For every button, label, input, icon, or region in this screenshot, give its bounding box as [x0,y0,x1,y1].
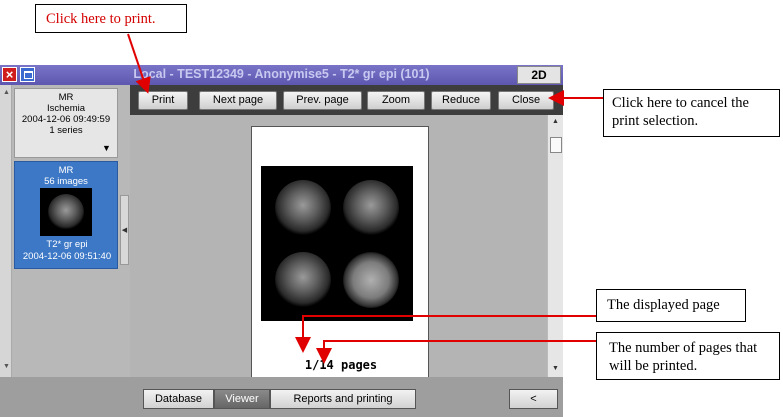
print-toolbar: Print Next page Prev. page Zoom Reduce C… [130,85,563,115]
series-modality: MR [58,165,74,176]
preview-page: 1/14 pages [251,126,429,388]
series-description: Ischemia [46,103,85,114]
print-button[interactable]: Print [138,91,188,110]
callout-print: Click here to print. [35,4,187,33]
series-count: 1 series [49,125,83,136]
mode-2d-button[interactable]: 2D [517,66,561,84]
restore-window-icon[interactable] [20,67,35,82]
collapse-panel-handle[interactable]: ◀ [120,195,129,265]
window-title: Local - TEST12349 - Anonymise5 - T2* gr … [133,67,430,81]
callout-page-count-line1: The number of pages that [609,340,758,356]
back-button[interactable]: < [509,389,558,409]
preview-scrollbar[interactable]: ▲ ▼ [547,115,563,377]
scan-image-1 [275,180,331,236]
reduce-button[interactable]: Reduce [431,91,491,110]
scrollbar-thumb[interactable] [550,137,562,153]
series-thumbnail [40,188,92,236]
viewer-window: Local - TEST12349 - Anonymise5 - T2* gr … [0,65,563,417]
callout-page-count-line2: will be printed. [609,358,698,374]
series-image-count: 56 images [44,176,88,187]
scroll-up-icon[interactable]: ▲ [3,89,10,96]
zoom-button[interactable]: Zoom [367,91,425,110]
series-item-t2-gr-epi[interactable]: MR 56 images T2* gr epi 2004-12-06 09:51… [14,161,118,269]
expand-triangle-icon[interactable]: ▼ [102,143,111,153]
callout-cancel-line2: print selection. [612,113,699,129]
title-bar: Local - TEST12349 - Anonymise5 - T2* gr … [0,65,563,85]
bottom-bar: Database Viewer Reports and printing < [0,377,563,417]
scan-image-3 [275,252,331,308]
page-info: 1/14 pages [304,358,378,372]
scan-image-4 [343,252,399,308]
callout-page-count: The number of pages that will be printed… [596,332,780,380]
image-grid [261,166,413,321]
series-description: T2* gr epi [46,239,88,250]
close-window-icon[interactable]: × [2,67,17,82]
series-datetime: 2004-12-06 09:49:59 [21,114,111,125]
scroll-down-icon[interactable]: ▼ [552,365,559,372]
callout-cancel-line1: Click here to cancel the [612,95,749,111]
series-datetime: 2004-12-06 09:51:40 [22,251,112,262]
callout-displayed-page: The displayed page [596,289,746,322]
callout-cancel: Click here to cancel the print selection… [603,89,780,137]
scan-image-2 [343,180,399,236]
close-button[interactable]: Close [498,91,554,110]
tab-database[interactable]: Database [143,389,214,409]
prev-page-button[interactable]: Prev. page [283,91,362,110]
scroll-up-icon[interactable]: ▲ [552,118,559,125]
print-preview-area: 1/14 pages [130,115,547,388]
scroll-down-icon[interactable]: ▼ [3,363,10,370]
callout-print-text: Click here to print. [46,11,156,27]
tab-reports-printing[interactable]: Reports and printing [270,389,416,409]
next-page-button[interactable]: Next page [199,91,277,110]
series-scrollbar[interactable]: ▲ ▼ [0,85,12,377]
thumbnail-scan [48,194,84,230]
series-item-ischemia[interactable]: MR Ischemia 2004-12-06 09:49:59 1 series… [14,88,118,158]
callout-displayed-page-text: The displayed page [607,297,720,313]
tab-viewer[interactable]: Viewer [214,389,270,409]
series-modality: MR [58,92,74,103]
